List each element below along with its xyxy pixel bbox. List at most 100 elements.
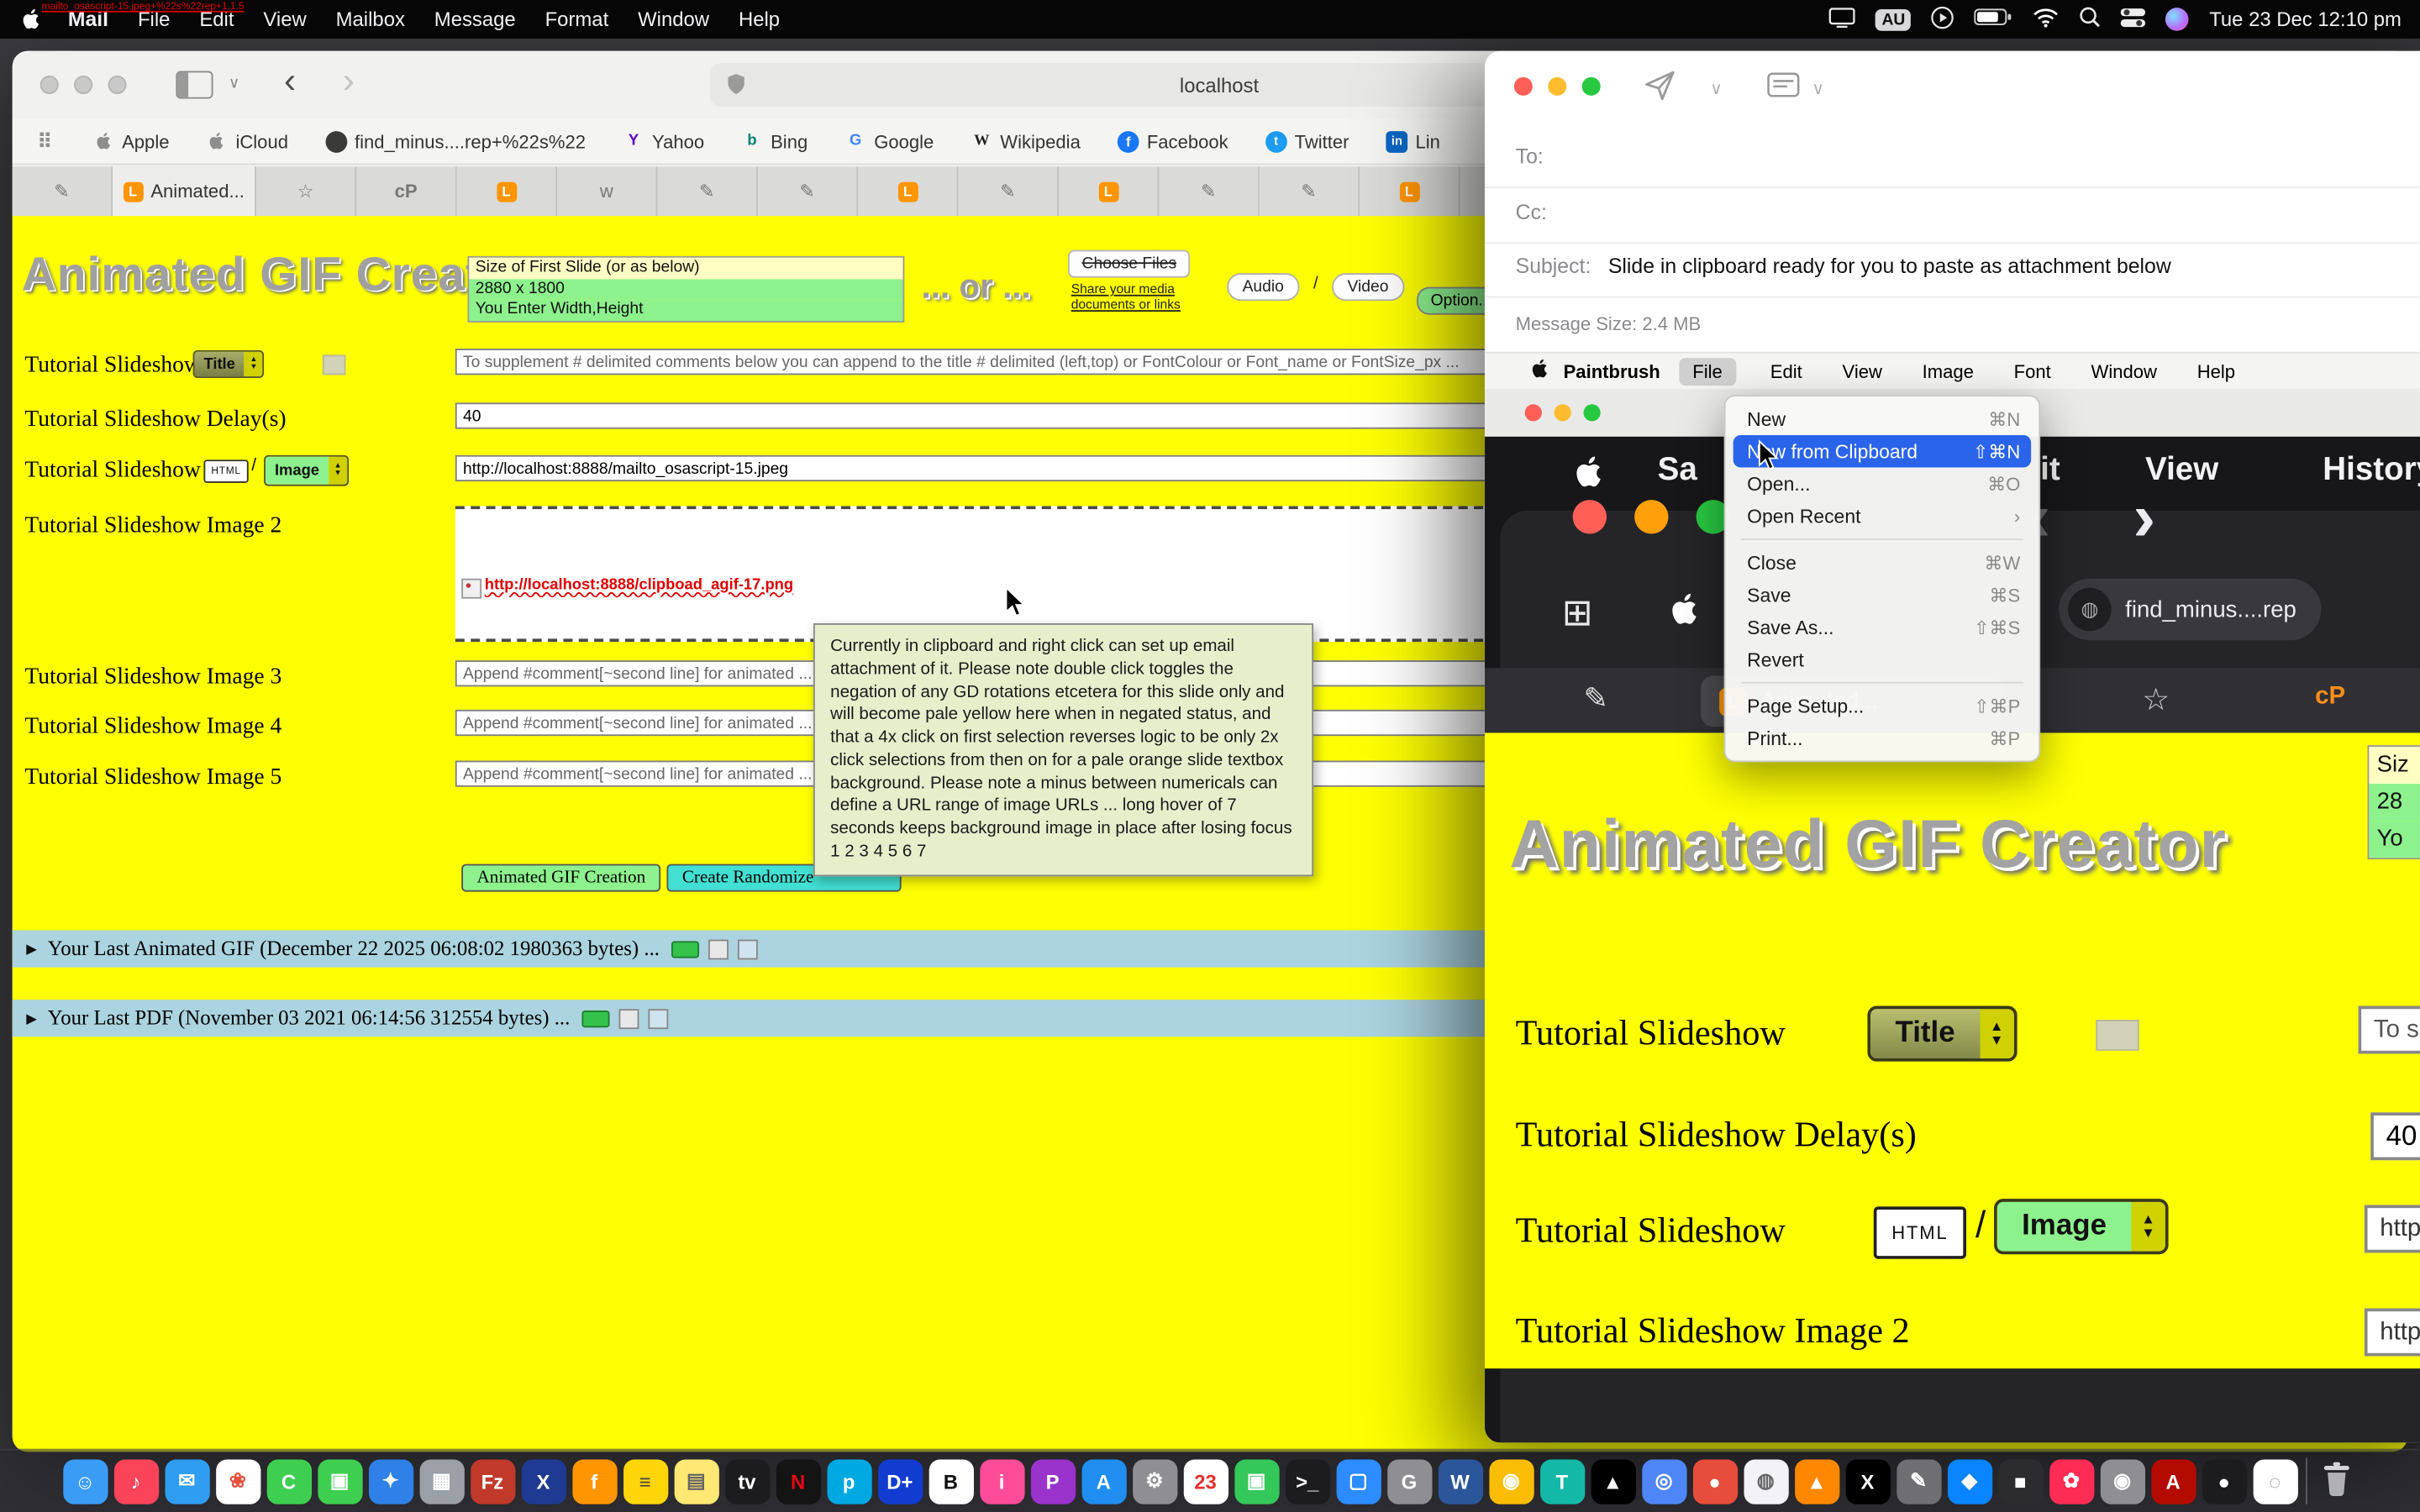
dock-app-black-app-2[interactable]: ● bbox=[2202, 1459, 2246, 1504]
forward-button[interactable]: › bbox=[343, 60, 355, 102]
safari-tab-13[interactable]: L bbox=[1360, 166, 1460, 216]
screen-mirroring-icon[interactable] bbox=[1829, 7, 1855, 31]
privacy-shield-icon[interactable] bbox=[725, 72, 747, 102]
dock-app-black-app[interactable]: ▲ bbox=[1591, 1459, 1635, 1504]
dock-app-facetime[interactable]: ▣ bbox=[317, 1459, 361, 1504]
dock-app-app-navy[interactable]: X bbox=[521, 1459, 566, 1504]
disclosure-triangle-icon[interactable]: ▶ bbox=[26, 940, 37, 957]
image2-broken-link[interactable]: http://localhost:8888/clipboad_agif-17.p… bbox=[485, 577, 793, 594]
animated-gif-creation-button[interactable]: Animated GIF Creation bbox=[461, 864, 660, 892]
back-button[interactable]: ‹ bbox=[284, 60, 296, 102]
file-menu-item-new[interactable]: New⌘N bbox=[1725, 402, 2039, 435]
dock-app-appstore[interactable]: A bbox=[1081, 1459, 1126, 1504]
safari-tab-3[interactable]: cP bbox=[356, 166, 456, 216]
apple-menu-icon[interactable] bbox=[22, 8, 44, 31]
send-email-icon[interactable] bbox=[1642, 68, 1677, 111]
html-button[interactable]: HTML bbox=[203, 459, 248, 483]
menubar-item-format[interactable]: Format bbox=[545, 8, 609, 31]
dock-trash[interactable] bbox=[2314, 1456, 2357, 1507]
dock-app-finder[interactable]: ☺ bbox=[62, 1459, 107, 1504]
dock-app-blue-app-2[interactable]: ◆ bbox=[1947, 1459, 1991, 1504]
dock-app-acrobat[interactable]: A bbox=[2150, 1459, 2195, 1504]
disclosure-triangle-icon[interactable]: ▶ bbox=[26, 1010, 37, 1026]
paintbrush-menu-help[interactable]: Help bbox=[2191, 357, 2241, 385]
dock-app-camera-app[interactable]: ◉ bbox=[2100, 1459, 2144, 1504]
safari-tab-4[interactable]: L bbox=[457, 166, 557, 216]
favorite-apple[interactable]: Apple bbox=[92, 130, 169, 152]
control-center-icon[interactable] bbox=[2121, 7, 2145, 31]
dock-app-teams[interactable]: T bbox=[1539, 1459, 1584, 1504]
zoom-button[interactable] bbox=[1582, 77, 1601, 96]
favorite-bing[interactable]: bBing bbox=[741, 130, 808, 152]
dock-app-green-app[interactable]: ▣ bbox=[1234, 1459, 1278, 1504]
safari-tab-7[interactable]: ✎ bbox=[758, 166, 858, 216]
file-menu-item-save-as[interactable]: Save As...⇧⌘S bbox=[1725, 611, 2039, 643]
safari-tab-5[interactable]: w bbox=[557, 166, 657, 216]
dock-app-white-app-2[interactable]: ◌ bbox=[2253, 1459, 2297, 1504]
siri-icon[interactable] bbox=[2166, 8, 2190, 31]
file-menu-item-close[interactable]: Close⌘W bbox=[1725, 546, 2039, 579]
dock-app-mail[interactable]: ✉ bbox=[165, 1459, 209, 1504]
favorite-find-minus-rep-22s-22[interactable]: find_minus....rep+%22s%22 bbox=[325, 130, 586, 152]
wifi-icon[interactable] bbox=[2033, 7, 2060, 31]
dock-app-x-app[interactable]: X bbox=[1845, 1459, 1890, 1504]
title-select[interactable]: Title ▲▼ bbox=[193, 350, 265, 378]
dock-app-podcasts[interactable]: P bbox=[1030, 1459, 1075, 1504]
spotlight-search-icon[interactable] bbox=[2080, 6, 2102, 32]
input-source-badge[interactable]: AU bbox=[1876, 8, 1912, 30]
safari-tab-10[interactable]: L bbox=[1059, 166, 1159, 216]
dock-app-messages[interactable]: C bbox=[266, 1459, 311, 1504]
choose-files-button[interactable]: Choose Files bbox=[1068, 250, 1191, 278]
paintbrush-menu-edit[interactable]: Edit bbox=[1764, 357, 1808, 385]
dock-app-flower-app[interactable]: ✿ bbox=[2049, 1459, 2093, 1504]
safari-tab-2[interactable]: ☆ bbox=[256, 166, 356, 216]
file-menu-item-print[interactable]: Print...⌘P bbox=[1725, 722, 2039, 755]
file-menu-item-page-setup[interactable]: Page Setup...⇧⌘P bbox=[1725, 690, 2039, 722]
favorite-grid[interactable]: ⠿ bbox=[34, 130, 55, 152]
sidebar-chevron-icon[interactable]: ∨ bbox=[229, 76, 239, 92]
header-fields-chevron-icon[interactable]: ∨ bbox=[1812, 79, 1824, 99]
dock-app-blue-app[interactable]: ◎ bbox=[1641, 1459, 1686, 1504]
favorite-yahoo[interactable]: YYahoo bbox=[623, 130, 704, 152]
dock-app-white-app[interactable]: ◍ bbox=[1744, 1459, 1788, 1504]
size-box-hint[interactable]: You Enter Width,Height bbox=[469, 299, 902, 320]
favorite-twitter[interactable]: tTwitter bbox=[1265, 130, 1349, 152]
subject-field-label[interactable]: Subject: bbox=[1516, 255, 1591, 278]
dock-app-iplayer[interactable]: i bbox=[979, 1459, 1023, 1504]
menubar-item-window[interactable]: Window bbox=[638, 8, 709, 31]
dock-app-filezilla[interactable]: Fz bbox=[470, 1459, 514, 1504]
dock-app-chrome[interactable]: ◉ bbox=[1489, 1459, 1534, 1504]
dock-app-vlc[interactable]: ▲ bbox=[1794, 1459, 1839, 1504]
safari-tab-0[interactable]: ✎ bbox=[13, 166, 113, 216]
dock-app-terminal[interactable]: >_ bbox=[1285, 1459, 1329, 1504]
subject-value[interactable]: Slide in clipboard ready for you to past… bbox=[1608, 255, 2171, 278]
close-button[interactable] bbox=[40, 76, 59, 94]
favorite-wikipedia[interactable]: WWikipedia bbox=[971, 130, 1080, 152]
dock-app-safari[interactable]: ✦ bbox=[368, 1459, 413, 1504]
minimize-button[interactable] bbox=[1548, 77, 1566, 96]
color-swatch[interactable] bbox=[323, 354, 346, 375]
send-chevron-icon[interactable]: ∨ bbox=[1710, 79, 1723, 99]
safari-tab-11[interactable]: ✎ bbox=[1159, 166, 1259, 216]
safari-tab-8[interactable]: L bbox=[858, 166, 958, 216]
dock-app-netflix[interactable]: N bbox=[776, 1459, 820, 1504]
paintbrush-menu-font[interactable]: Font bbox=[2007, 357, 2057, 385]
play-status-icon[interactable] bbox=[1932, 5, 1955, 33]
dock-app-photos[interactable]: ❀ bbox=[215, 1459, 260, 1504]
video-button[interactable]: Video bbox=[1332, 273, 1404, 301]
favorite-icloud[interactable]: iCloud bbox=[207, 130, 288, 152]
zoom-button[interactable] bbox=[108, 76, 127, 94]
dock-app-tv[interactable]: tv bbox=[724, 1459, 769, 1504]
safari-tab-6[interactable]: ✎ bbox=[657, 166, 757, 216]
header-fields-icon[interactable] bbox=[1767, 72, 1800, 105]
paintbrush-menu-file[interactable]: File bbox=[1679, 357, 1737, 385]
menubar-item-help[interactable]: Help bbox=[739, 8, 780, 31]
safari-tab-12[interactable]: ✎ bbox=[1260, 166, 1360, 216]
menubar-clock[interactable]: Tue 23 Dec 12:10 pm bbox=[2209, 8, 2402, 31]
size-box-value[interactable]: 2880 x 1800 bbox=[469, 279, 902, 300]
favorite-facebook[interactable]: fFacebook bbox=[1118, 130, 1228, 152]
paintbrush-menu-image[interactable]: Image bbox=[1916, 357, 1980, 385]
dock-app-stickies[interactable]: ▤ bbox=[674, 1459, 718, 1504]
file-menu-item-revert[interactable]: Revert bbox=[1725, 643, 2039, 676]
close-button[interactable] bbox=[1514, 77, 1533, 96]
